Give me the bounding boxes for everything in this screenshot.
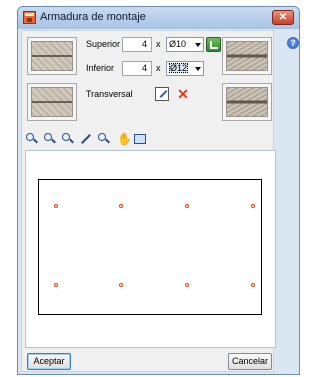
- dialog-window: Armadura de montaje ✕ Superior 4 x Ø10 I…: [17, 6, 300, 375]
- bottom-right-preview-thumbnail[interactable]: [222, 83, 272, 121]
- bottom-left-preview-thumbnail[interactable]: [27, 83, 77, 121]
- inferior-count-field[interactable]: 4: [122, 61, 152, 76]
- zoom-window-icon[interactable]: [25, 132, 39, 146]
- cancel-button[interactable]: Cancelar: [228, 353, 272, 370]
- close-button[interactable]: ✕: [272, 10, 294, 25]
- bottom-rebar: [251, 283, 255, 287]
- edit-icon[interactable]: [155, 87, 169, 101]
- accept-button[interactable]: Aceptar: [27, 353, 71, 370]
- app-icon: [23, 11, 36, 24]
- superior-times-label: x: [156, 39, 161, 49]
- section-canvas[interactable]: [25, 150, 276, 348]
- top-rebar: [54, 204, 58, 208]
- view-toolbar: ✋: [25, 132, 275, 148]
- top-right-preview-thumbnail[interactable]: [222, 37, 272, 75]
- superior-label: Superior: [86, 39, 121, 49]
- bottom-rebar: [185, 283, 189, 287]
- window-title: Armadura de montaje: [40, 11, 146, 23]
- export-icon[interactable]: [206, 37, 221, 52]
- superior-diameter-select[interactable]: Ø10: [166, 37, 204, 52]
- superior-count-field[interactable]: 4: [122, 37, 152, 52]
- chevron-down-icon: [195, 43, 201, 47]
- inferior-label: Inferior: [86, 63, 115, 73]
- inferior-diameter-select[interactable]: Ø12: [166, 61, 204, 76]
- chevron-down-icon: [195, 67, 201, 71]
- transversal-label: Transversal: [86, 89, 133, 99]
- title-bar: Armadura de montaje ✕: [18, 7, 299, 29]
- top-left-preview-thumbnail[interactable]: [27, 37, 77, 75]
- dialog-content: Superior 4 x Ø10 Inferior 4 x Ø12 Transv…: [21, 30, 276, 372]
- superior-diameter-value: Ø10: [169, 39, 187, 49]
- help-icon[interactable]: ?: [287, 37, 299, 49]
- zoom-previous-icon[interactable]: [61, 132, 75, 146]
- inferior-times-label: x: [156, 63, 161, 73]
- zoom-selection-icon[interactable]: [97, 132, 111, 146]
- delete-icon[interactable]: ✕: [176, 87, 190, 101]
- beam-section-outline: [38, 179, 262, 315]
- pan-icon[interactable]: ✋: [115, 132, 132, 146]
- redraw-icon[interactable]: [133, 132, 147, 146]
- zoom-extents-icon[interactable]: [43, 132, 57, 146]
- bottom-rebar: [119, 283, 123, 287]
- measure-icon[interactable]: [79, 132, 93, 146]
- top-rebar: [185, 204, 189, 208]
- top-rebar: [251, 204, 255, 208]
- bottom-rebar: [54, 283, 58, 287]
- top-rebar: [119, 204, 123, 208]
- inferior-diameter-value: Ø12: [169, 63, 189, 73]
